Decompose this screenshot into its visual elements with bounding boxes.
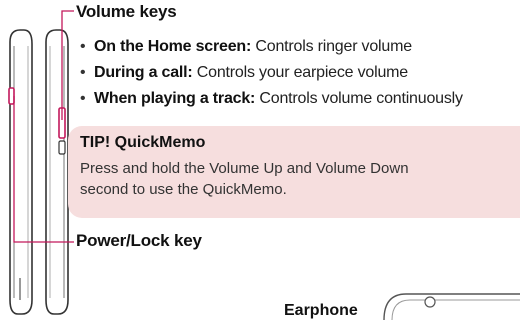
power-lock-key xyxy=(8,87,15,105)
tip-body-line: Press and hold the Volume Up and Volume … xyxy=(80,160,409,177)
bullet-icon: • xyxy=(80,64,86,81)
list-item: • On the Home screen: Controls ringer vo… xyxy=(78,34,463,60)
phone-left-side-view xyxy=(8,29,33,315)
bullet-text: Controls ringer volume xyxy=(251,38,412,55)
tip-box: TIP! QuickMemo Press and hold the Volume… xyxy=(68,126,520,218)
earpiece-illustration xyxy=(383,293,520,320)
list-item: • When playing a track: Controls volume … xyxy=(78,86,463,112)
tip-title: TIP! QuickMemo xyxy=(80,134,206,151)
list-item: • During a call: Controls your earpiece … xyxy=(78,60,463,86)
bullet-label: When playing a track: xyxy=(94,90,256,107)
tip-body-line: second to use the QuickMemo. xyxy=(80,181,287,198)
bullet-label: During a call: xyxy=(94,64,193,81)
power-lock-key-label: Power/Lock key xyxy=(76,231,202,250)
earpiece-port-icon xyxy=(424,296,436,308)
bullet-label: On the Home screen: xyxy=(94,38,252,55)
tip-body: Press and hold the Volume Up and Volume … xyxy=(80,158,520,200)
bullet-icon: • xyxy=(80,38,86,55)
phone-right-side-view xyxy=(45,29,69,315)
bullet-text: Controls your earpiece volume xyxy=(192,64,409,81)
volume-keys-list: • On the Home screen: Controls ringer vo… xyxy=(78,34,463,112)
quickmemo-key xyxy=(58,140,66,155)
bullet-text: Controls volume continuously xyxy=(255,90,463,107)
bullet-icon: • xyxy=(80,90,86,107)
volume-keys-heading: Volume keys xyxy=(76,2,177,21)
earphone-label: Earphone xyxy=(284,302,358,319)
